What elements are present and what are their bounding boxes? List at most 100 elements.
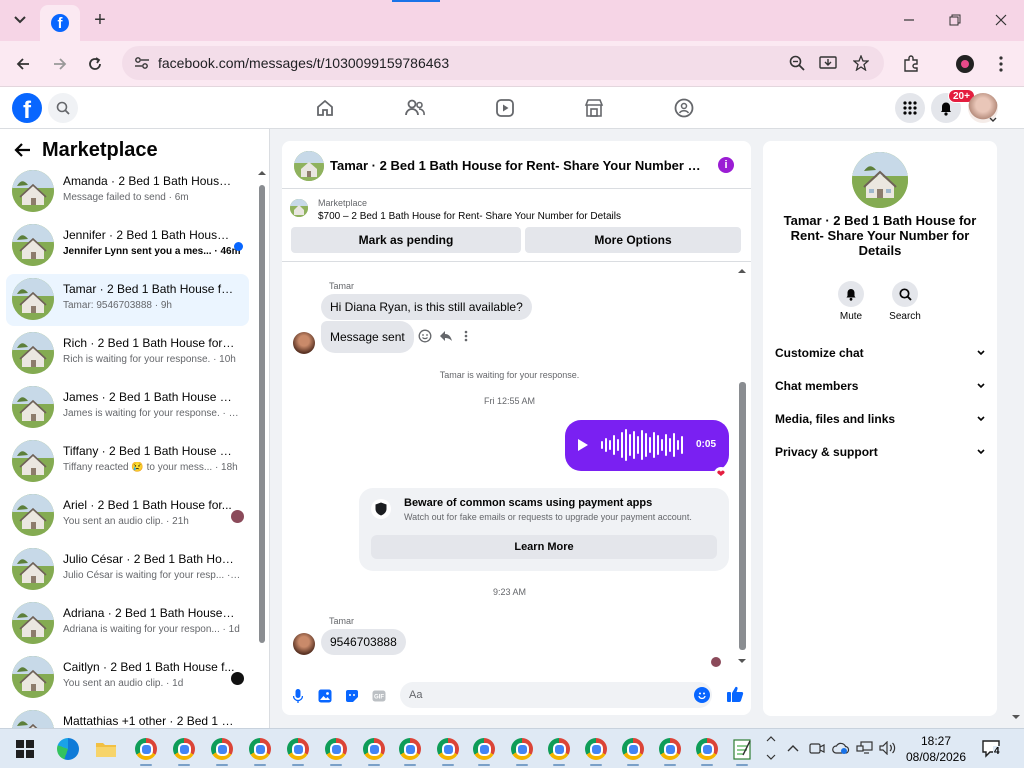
taskbar-chrome-window[interactable] <box>546 736 572 766</box>
gif-button[interactable]: GIF <box>371 688 387 704</box>
menu-button[interactable] <box>895 93 925 123</box>
system-clock[interactable]: 18:27 08/08/2026 <box>900 733 972 765</box>
scroll-up-icon[interactable] <box>738 267 746 275</box>
conversation-item[interactable]: Ariel · 2 Bed 1 Bath House for... You sen… <box>6 490 249 542</box>
nav-marketplace[interactable] <box>582 96 606 120</box>
sender-avatar[interactable] <box>293 332 315 354</box>
facebook-search-button[interactable] <box>48 93 78 123</box>
conversation-item[interactable]: Amanda · 2 Bed 1 Bath House f... Message … <box>6 166 249 218</box>
taskbar-chrome-window[interactable] <box>620 736 646 766</box>
chat-title[interactable]: Tamar · 2 Bed 1 Bath House for Rent- Sha… <box>330 158 704 173</box>
conversation-item[interactable]: Julio César · 2 Bed 1 Bath House... Julio… <box>6 544 249 596</box>
taskbar-scroll-buttons[interactable] <box>764 736 778 760</box>
nav-friends[interactable] <box>403 96 427 120</box>
taskbar-file-explorer[interactable] <box>93 736 119 762</box>
learn-more-button[interactable]: Learn More <box>371 535 717 559</box>
scroll-down-icon[interactable] <box>738 657 746 665</box>
tray-onedrive[interactable] <box>832 739 850 757</box>
nav-groups[interactable] <box>672 96 696 120</box>
emoji-button[interactable] <box>694 687 710 703</box>
taskbar-chrome-window[interactable] <box>133 736 159 766</box>
listing-title[interactable]: $700 – 2 Bed 1 Bath House for Rent- Shar… <box>318 211 621 222</box>
taskbar-chrome-window[interactable] <box>323 736 349 766</box>
sender-avatar[interactable] <box>293 633 315 655</box>
taskbar-notepad[interactable] <box>729 736 755 766</box>
scroll-down-icon[interactable] <box>1012 713 1020 721</box>
section-customize-chat[interactable]: Customize chat <box>775 342 985 364</box>
taskbar-edge[interactable] <box>55 736 81 762</box>
nav-video[interactable] <box>493 96 517 120</box>
section-privacy-support[interactable]: Privacy & support <box>775 441 985 463</box>
conversation-scrollbar[interactable] <box>258 169 266 728</box>
taskbar-chrome-window[interactable] <box>209 736 235 766</box>
address-bar[interactable]: facebook.com/messages/t/1030099159786463 <box>122 46 884 80</box>
more-message-actions-button[interactable] <box>458 328 474 344</box>
zoom-button[interactable] <box>785 51 809 75</box>
conversation-item[interactable]: Caitlyn · 2 Bed 1 Bath House f... You sen… <box>6 652 249 704</box>
mute-action[interactable]: Mute <box>831 281 871 322</box>
section-chat-members[interactable]: Chat members <box>775 375 985 397</box>
tray-network[interactable] <box>856 739 874 757</box>
taskbar-chrome-window[interactable] <box>247 736 273 766</box>
taskbar-chrome-window[interactable] <box>509 736 535 766</box>
taskbar-chrome-window[interactable] <box>285 736 311 766</box>
taskbar-chrome-window[interactable] <box>694 736 720 766</box>
site-info-button[interactable] <box>130 51 154 75</box>
search-in-conversation-button[interactable] <box>892 281 918 307</box>
reload-button[interactable] <box>82 51 108 77</box>
react-button[interactable] <box>417 328 433 344</box>
taskbar-chrome-window[interactable] <box>435 736 461 766</box>
more-options-button[interactable]: More Options <box>525 227 741 253</box>
audio-message[interactable]: 0:05 <box>565 420 729 471</box>
start-button[interactable] <box>12 736 38 762</box>
thread-scrollbar[interactable] <box>736 263 748 671</box>
chat-avatar[interactable] <box>294 151 324 181</box>
attach-photo-button[interactable] <box>317 688 333 704</box>
new-tab-button[interactable]: + <box>88 8 112 32</box>
section-media-files-links[interactable]: Media, files and links <box>775 408 985 430</box>
profile-button[interactable] <box>952 51 978 77</box>
conversation-item[interactable]: James · 2 Bed 1 Bath House for ... James … <box>6 382 249 434</box>
conversation-item[interactable]: Tamar · 2 Bed 1 Bath House for ... Tamar:… <box>6 274 249 326</box>
taskbar-chrome-window[interactable] <box>397 736 423 766</box>
browser-menu-button[interactable] <box>988 51 1014 77</box>
taskbar-chrome-window[interactable] <box>471 736 497 766</box>
conversation-item[interactable]: Mattathias +1 other · 2 Bed 1 Ba... <box>6 706 249 728</box>
conversation-info-button[interactable]: i <box>718 157 734 173</box>
restore-button[interactable] <box>943 8 967 32</box>
bookmark-button[interactable] <box>849 51 873 75</box>
message-input[interactable]: Aa <box>400 682 712 708</box>
install-app-button[interactable] <box>816 51 840 75</box>
back-button[interactable] <box>10 51 36 77</box>
mark-as-pending-button[interactable]: Mark as pending <box>291 227 521 253</box>
voice-clip-button[interactable] <box>290 688 306 704</box>
mute-button[interactable] <box>838 281 864 307</box>
page-scrollbar[interactable] <box>1008 129 1024 728</box>
sticker-button[interactable] <box>344 688 360 704</box>
scrollbar-thumb[interactable] <box>259 185 265 643</box>
scroll-up-icon[interactable] <box>258 169 266 177</box>
like-button[interactable] <box>726 685 744 703</box>
taskbar-chrome-window[interactable] <box>583 736 609 766</box>
back-arrow-icon[interactable] <box>14 142 32 158</box>
tray-volume[interactable] <box>879 739 897 757</box>
tray-meet-now[interactable] <box>808 739 826 757</box>
forward-button[interactable] <box>47 51 73 77</box>
tab-search-button[interactable] <box>8 8 32 32</box>
tab-facebook[interactable]: f <box>40 5 80 41</box>
show-hidden-icons-button[interactable] <box>784 739 802 757</box>
listing-thumbnail[interactable] <box>290 199 308 217</box>
reply-button[interactable] <box>438 328 454 344</box>
search-action[interactable]: Search <box>885 281 925 322</box>
conversation-item[interactable]: Rich · 2 Bed 1 Bath House for R... Rich i… <box>6 328 249 380</box>
listing-photo[interactable] <box>852 152 908 208</box>
heart-reaction[interactable]: ❤ <box>714 467 728 481</box>
taskbar-chrome-window[interactable] <box>361 736 387 766</box>
extensions-button[interactable] <box>898 51 924 77</box>
taskbar-chrome-window[interactable] <box>657 736 683 766</box>
conversation-item[interactable]: Jennifer · 2 Bed 1 Bath House ... Jennife… <box>6 220 249 272</box>
play-icon[interactable] <box>577 439 589 451</box>
nav-home[interactable] <box>313 96 337 120</box>
minimize-button[interactable] <box>897 8 921 32</box>
conversation-item[interactable]: Adriana · 2 Bed 1 Bath House fo... Adrian… <box>6 598 249 650</box>
